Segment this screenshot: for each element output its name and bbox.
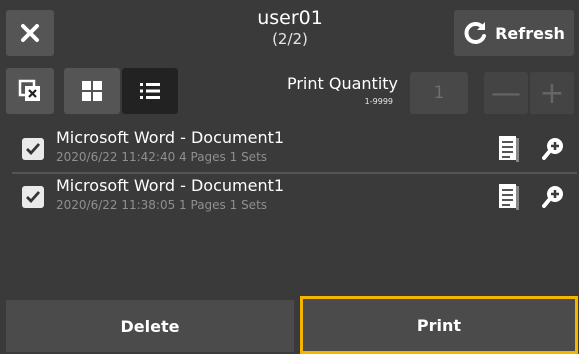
- document-checkbox[interactable]: [22, 138, 44, 160]
- list-view-icon: [140, 83, 160, 99]
- document-checkbox[interactable]: [22, 186, 44, 208]
- quantity-decrease-button[interactable]: —: [484, 72, 528, 114]
- list-item[interactable]: Microsoft Word - Document1 2020/6/22 11:…: [12, 126, 577, 170]
- zoom-in-icon[interactable]: [542, 184, 566, 208]
- deselect-all-icon: [18, 79, 40, 101]
- check-icon: [26, 143, 41, 156]
- list-view-button[interactable]: [122, 68, 178, 114]
- action-bar: Delete Print: [0, 296, 579, 354]
- document-name: Microsoft Word - Document1: [56, 128, 285, 147]
- refresh-label: Refresh: [495, 23, 565, 43]
- quantity-increase-button[interactable]: +: [530, 72, 574, 114]
- print-quantity-label: Print Quantity: [286, 74, 398, 93]
- document-preview-icon[interactable]: [499, 182, 519, 210]
- document-meta: 2020/6/22 11:42:40 4 Pages 1 Sets: [56, 150, 268, 164]
- refresh-button[interactable]: Refresh: [454, 10, 574, 56]
- document-preview-icon[interactable]: [499, 134, 519, 162]
- delete-button[interactable]: Delete: [6, 300, 294, 352]
- close-button[interactable]: [6, 10, 54, 56]
- print-button[interactable]: Print: [300, 296, 578, 354]
- thumbnail-view-button[interactable]: [64, 68, 120, 114]
- page-title: user01: [257, 7, 323, 29]
- document-name: Microsoft Word - Document1: [56, 176, 285, 195]
- close-icon: [21, 24, 39, 42]
- title-block: user01 (2/2): [200, 6, 380, 48]
- zoom-in-icon[interactable]: [542, 136, 566, 160]
- document-list: Microsoft Word - Document1 2020/6/22 11:…: [0, 126, 579, 298]
- print-quantity-range: 1-9999: [364, 97, 393, 106]
- plus-icon: +: [539, 75, 565, 111]
- select-all-button[interactable]: [6, 68, 54, 114]
- toolbar: Print Quantity 1-9999 1 — +: [0, 64, 579, 122]
- header-bar: user01 (2/2) Refresh: [0, 0, 579, 62]
- refresh-icon: [464, 22, 487, 44]
- list-item[interactable]: Microsoft Word - Document1 2020/6/22 11:…: [12, 174, 577, 218]
- page-counter: (2/2): [272, 30, 308, 48]
- document-meta: 2020/6/22 11:38:05 1 Pages 1 Sets: [56, 198, 268, 212]
- grid-view-icon: [82, 81, 102, 101]
- minus-icon: —: [491, 75, 521, 111]
- check-icon: [26, 191, 41, 204]
- quantity-input[interactable]: 1: [410, 72, 468, 114]
